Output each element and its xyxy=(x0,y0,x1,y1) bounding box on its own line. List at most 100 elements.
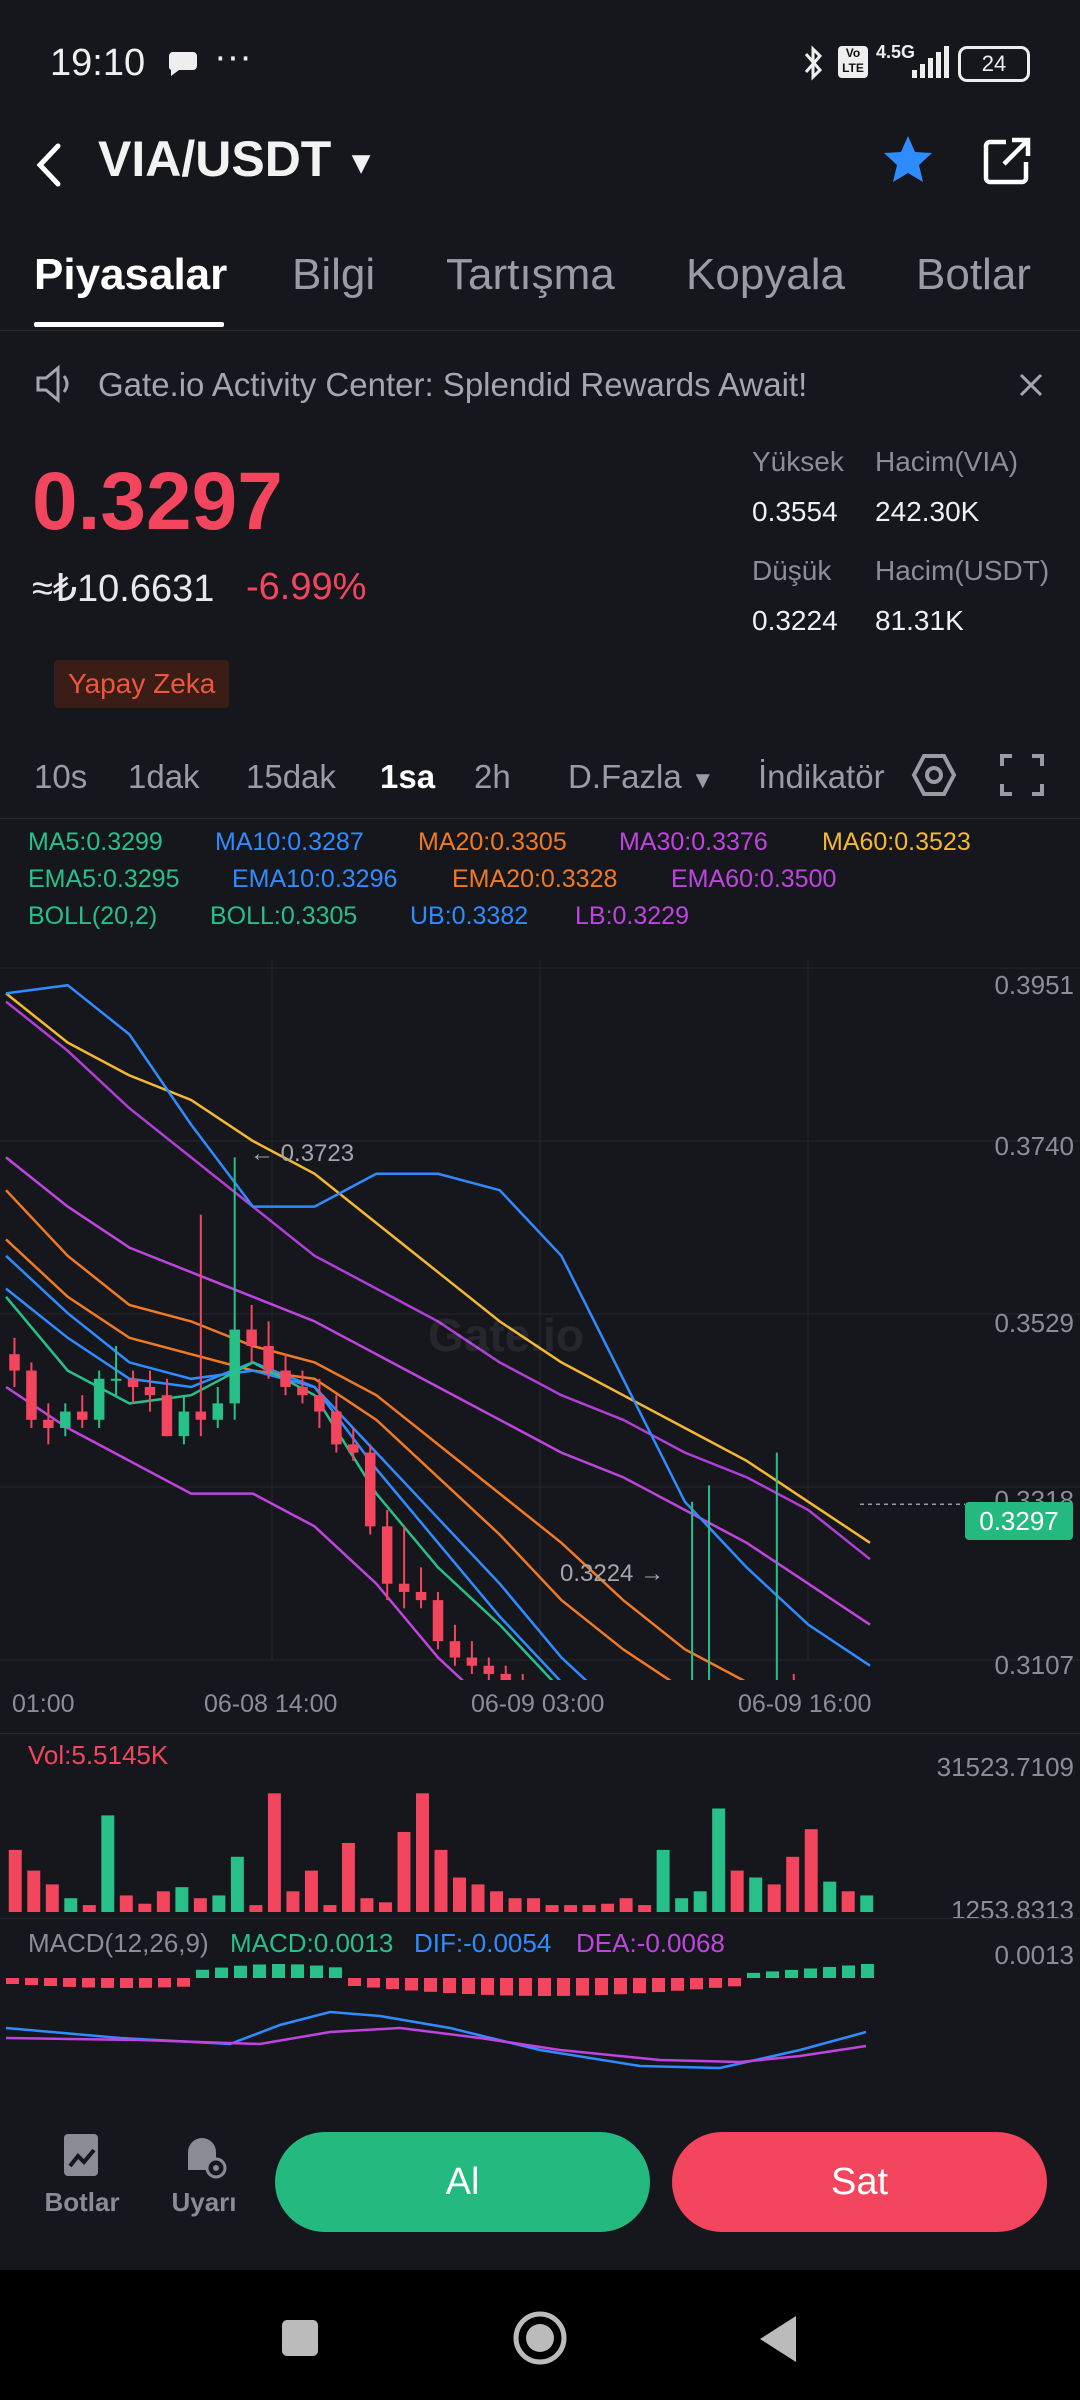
indicator-settings-icon[interactable] xyxy=(910,752,958,798)
candle-body xyxy=(93,1378,105,1420)
high-marker: ← 0.3723 xyxy=(250,1140,355,1167)
boll-value: BOLL:0.3305 xyxy=(210,902,358,930)
candle-body xyxy=(314,1395,325,1412)
high-label: Yüksek xyxy=(752,446,844,477)
volume-bar xyxy=(675,1898,689,1912)
volume-min: 1253.8313 xyxy=(951,1895,1074,1925)
y-tick: 0.3740 xyxy=(994,1131,1074,1161)
timeframe-2h[interactable]: 2h xyxy=(474,758,511,796)
volume-bar xyxy=(564,1905,578,1912)
volume-bar xyxy=(193,1898,207,1912)
macd-chart xyxy=(5,1964,874,2070)
volume-bar xyxy=(582,1905,596,1912)
macd-bar xyxy=(215,1967,228,1978)
volume-bar xyxy=(601,1903,615,1912)
macd-bar xyxy=(519,1978,532,1996)
macd-bar xyxy=(671,1978,684,1991)
home-icon[interactable] xyxy=(510,2308,570,2368)
macd-bar xyxy=(842,1965,855,1978)
candle-body xyxy=(144,1386,156,1396)
notice-text[interactable]: Gate.io Activity Center: Splendid Reward… xyxy=(98,366,807,404)
macd-bar xyxy=(652,1978,665,1993)
buy-button[interactable]: Al xyxy=(275,2132,650,2232)
macd-bar xyxy=(443,1978,456,1994)
volume-max: 31523.7109 xyxy=(936,1752,1074,1782)
candle-body xyxy=(398,1583,410,1592)
timeframe-15dak[interactable]: 15dak xyxy=(246,758,336,796)
volume-bar xyxy=(8,1849,22,1912)
volume-bar xyxy=(434,1849,448,1912)
system-nav-bar xyxy=(0,2270,1080,2400)
tab-botlar[interactable]: Botlar xyxy=(916,250,1031,300)
volume-bar xyxy=(64,1898,78,1912)
ema10-value: EMA10:0.3296 xyxy=(232,865,398,893)
share-icon[interactable] xyxy=(980,134,1034,188)
volume-bar xyxy=(416,1793,429,1912)
candle-body xyxy=(60,1411,71,1428)
last-price: 0.3297 xyxy=(32,456,283,547)
macd-bar xyxy=(690,1978,703,1990)
macd-bar xyxy=(63,1978,76,1987)
volume-bar xyxy=(397,1831,411,1912)
volume-chart xyxy=(8,1793,874,1912)
volume-bar xyxy=(212,1895,226,1912)
volume-bar xyxy=(730,1870,744,1912)
active-tab-indicator xyxy=(34,322,224,327)
timeframe-1sa[interactable]: 1sa xyxy=(380,758,435,796)
volume-bar xyxy=(823,1881,837,1912)
pair-title[interactable]: VIA/USDT ▼ xyxy=(98,130,377,188)
candle-body xyxy=(297,1386,308,1396)
volume-quote-value: 81.31K xyxy=(875,605,964,636)
macd-bar xyxy=(348,1978,361,1986)
macd-bar xyxy=(614,1978,627,1995)
watermark: Gate.io xyxy=(428,1309,584,1361)
bots-nav-button[interactable]: Botlar xyxy=(34,2130,130,2218)
candle-body xyxy=(263,1345,274,1371)
ma20-value: MA20:0.3305 xyxy=(418,828,567,856)
macd-bar xyxy=(329,1967,342,1978)
bluetooth-icon xyxy=(804,45,823,81)
timeframe-1dak[interactable]: 1dak xyxy=(128,758,200,796)
x-tick: 06-09 16:00 xyxy=(738,1690,872,1718)
tab-bilgi[interactable]: Bilgi xyxy=(292,250,375,300)
volume-bar xyxy=(45,1884,59,1912)
category-tag[interactable]: Yapay Zeka xyxy=(54,660,230,708)
high-value: 0.3554 xyxy=(752,496,838,527)
ema5-value: EMA5:0.3295 xyxy=(28,865,180,893)
macd-bar xyxy=(462,1978,475,1995)
candle-body xyxy=(483,1665,495,1674)
candle-body xyxy=(110,1378,122,1381)
macd-bar xyxy=(747,1972,760,1978)
macd-bar xyxy=(728,1978,741,1987)
back-icon[interactable] xyxy=(30,140,66,190)
status-bar: 19:10 ··· Vo LTE 4.5G 24 xyxy=(0,0,1080,120)
volume-bar xyxy=(693,1891,707,1912)
macd-bar xyxy=(6,1978,19,1984)
macd-bar xyxy=(557,1978,570,1996)
alerts-nav-button[interactable]: Uyarı xyxy=(156,2130,252,2218)
macd-bar xyxy=(576,1978,589,1996)
favorite-star-icon[interactable] xyxy=(880,132,936,188)
timeframe-10s[interactable]: 10s xyxy=(34,758,87,796)
candle-body xyxy=(381,1526,393,1584)
timeframe-more[interactable]: D.Fazla ▼ xyxy=(568,758,715,796)
volume-quote-label: Hacim(USDT) xyxy=(875,555,1050,586)
volume-bar xyxy=(304,1870,318,1912)
recents-icon[interactable] xyxy=(282,2320,318,2356)
close-icon[interactable] xyxy=(1018,372,1044,398)
tab-tartisma[interactable]: Tartışma xyxy=(446,250,615,300)
fiat-price: ≈₺10.6631 xyxy=(32,568,215,610)
volume-bar xyxy=(638,1905,652,1912)
indicator-button[interactable]: İndikatör xyxy=(758,758,885,796)
ema60-line xyxy=(5,1156,871,1626)
ma30-value: MA30:0.3376 xyxy=(619,828,768,856)
tab-kopyala[interactable]: Kopyala xyxy=(686,250,845,300)
ma60-line xyxy=(5,992,871,1544)
candle-body xyxy=(415,1591,427,1601)
back-nav-icon[interactable] xyxy=(756,2314,800,2364)
sell-button[interactable]: Sat xyxy=(672,2132,1047,2232)
candle-body xyxy=(500,1673,512,1680)
fullscreen-icon[interactable] xyxy=(998,752,1046,798)
tab-piyasalar[interactable]: Piyasalar xyxy=(34,250,227,300)
volume-bar xyxy=(527,1898,541,1912)
